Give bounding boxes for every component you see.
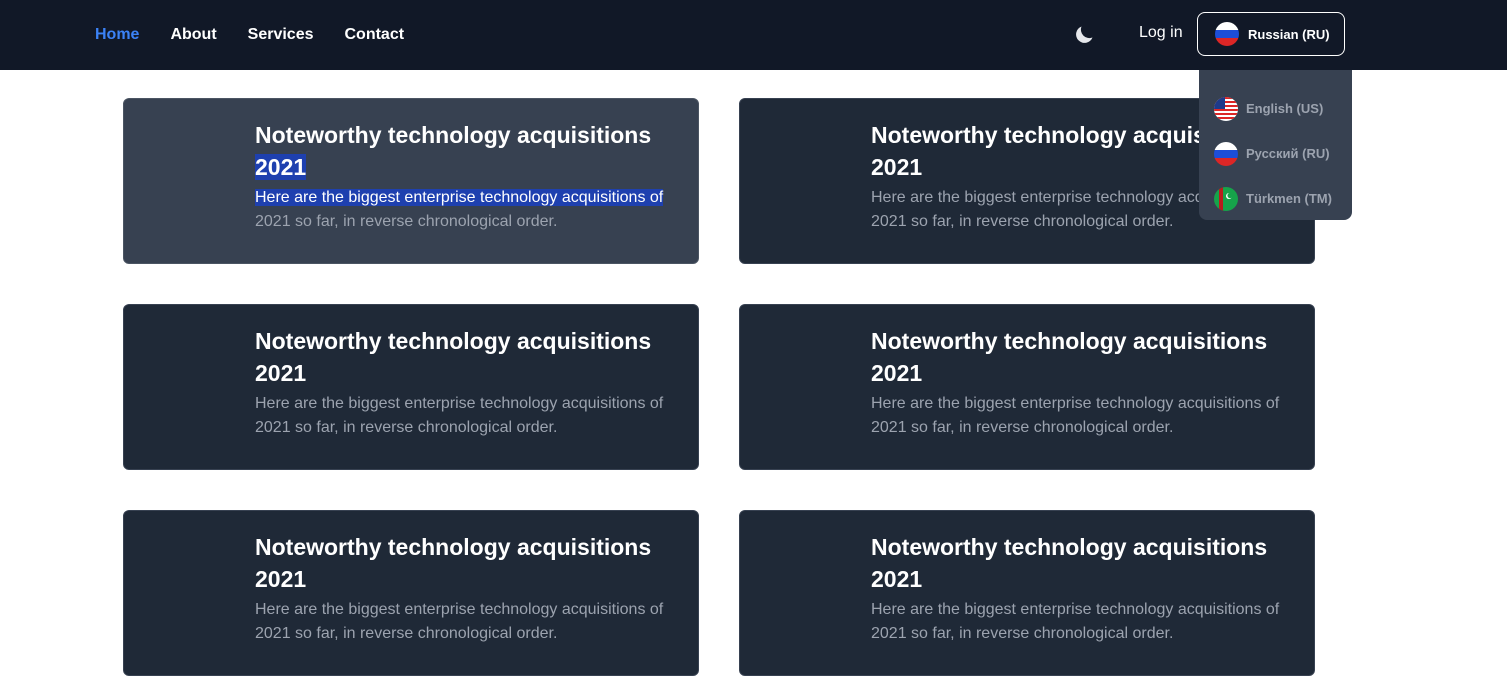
- language-option-turkmen[interactable]: Türkmen (TM): [1199, 176, 1352, 221]
- card-desc-part: Here are the biggest enterprise technolo…: [871, 395, 1280, 412]
- card-desc-part: 2021 so far, in reverse chronological or…: [871, 213, 1174, 230]
- ru-flag-icon: [1215, 22, 1239, 46]
- language-dropdown: English (US) Русский (RU) Türkmen (TM): [1199, 70, 1352, 220]
- card-title: Noteworthy technology acquisitions 2021: [255, 531, 668, 595]
- card-title-part: 2021: [871, 154, 923, 180]
- nav-link-services[interactable]: Services: [248, 26, 314, 44]
- card-description: Here are the biggest enterprise technolo…: [255, 392, 668, 440]
- card-title-part: Noteworthy technology acquisitions: [871, 328, 1268, 354]
- nav-links: Home About Services Contact: [95, 0, 404, 70]
- card-title: Noteworthy technology acquisitions 2021: [871, 325, 1284, 389]
- card-title: Noteworthy technology acquisitions 2021: [255, 119, 668, 183]
- language-option-english[interactable]: English (US): [1199, 86, 1352, 131]
- card-desc-part: 2021 so far, in reverse chronological or…: [871, 625, 1174, 642]
- card-description: Here are the biggest enterprise technolo…: [255, 598, 668, 646]
- card-desc-part: Here are the biggest enterprise technolo…: [255, 395, 664, 412]
- card-title-part: 2021: [871, 566, 923, 592]
- card-title: Noteworthy technology acquisitions 2021: [871, 531, 1284, 595]
- card-title-part: Noteworthy technology acquisitions: [255, 534, 652, 560]
- language-option-label: Русский (RU): [1246, 146, 1330, 161]
- card-title: Noteworthy technology acquisitions 2021: [255, 325, 668, 389]
- tm-flag-icon: [1214, 186, 1238, 211]
- article-card[interactable]: Noteworthy technology acquisitions 2021 …: [739, 304, 1315, 470]
- language-select-button[interactable]: Russian (RU): [1197, 12, 1345, 56]
- card-desc-part: 2021 so far, in reverse chronological or…: [871, 419, 1174, 436]
- card-description: Here are the biggest enterprise technolo…: [871, 392, 1284, 440]
- us-flag-icon: [1214, 96, 1238, 121]
- article-card[interactable]: Noteworthy technology acquisitions 2021 …: [123, 98, 699, 264]
- card-title-part: 2021: [871, 360, 923, 386]
- language-option-label: English (US): [1246, 101, 1324, 116]
- ru-flag-icon: [1214, 141, 1238, 166]
- nav-link-home[interactable]: Home: [95, 26, 139, 44]
- language-button-label: Russian (RU): [1248, 26, 1330, 42]
- card-title-part: Noteworthy technology acquisitions: [255, 122, 652, 148]
- card-title-part: 2021: [255, 566, 307, 592]
- language-option-russian[interactable]: Русский (RU): [1199, 131, 1352, 176]
- card-description: Here are the biggest enterprise technolo…: [871, 598, 1284, 646]
- card-desc-part: Here are the biggest enterprise technolo…: [871, 601, 1280, 618]
- card-title-part: Noteworthy technology acquisitions: [871, 534, 1268, 560]
- card-title-part: 2021: [255, 154, 307, 180]
- card-title-part: 2021: [255, 360, 307, 386]
- card-description: Here are the biggest enterprise technolo…: [255, 186, 668, 234]
- article-card[interactable]: Noteworthy technology acquisitions 2021 …: [123, 304, 699, 470]
- nav-link-about[interactable]: About: [170, 26, 216, 44]
- card-desc-part: Here are the biggest enterprise technolo…: [255, 601, 664, 618]
- login-link[interactable]: Log in: [1139, 24, 1183, 42]
- top-navbar: Home About Services Contact Log in Russi…: [0, 0, 1507, 70]
- card-title-part: Noteworthy technology acquisitions: [255, 328, 652, 354]
- card-desc-part: 2021 so far, in reverse chronological or…: [255, 213, 558, 230]
- card-desc-part: 2021 so far, in reverse chronological or…: [255, 419, 558, 436]
- moon-icon[interactable]: [1072, 23, 1096, 47]
- card-desc-part: Here are the biggest enterprise technolo…: [255, 189, 664, 206]
- article-card[interactable]: Noteworthy technology acquisitions 2021 …: [739, 510, 1315, 676]
- language-option-label: Türkmen (TM): [1246, 191, 1332, 206]
- card-desc-part: 2021 so far, in reverse chronological or…: [255, 625, 558, 642]
- nav-link-contact[interactable]: Contact: [345, 26, 405, 44]
- article-card[interactable]: Noteworthy technology acquisitions 2021 …: [123, 510, 699, 676]
